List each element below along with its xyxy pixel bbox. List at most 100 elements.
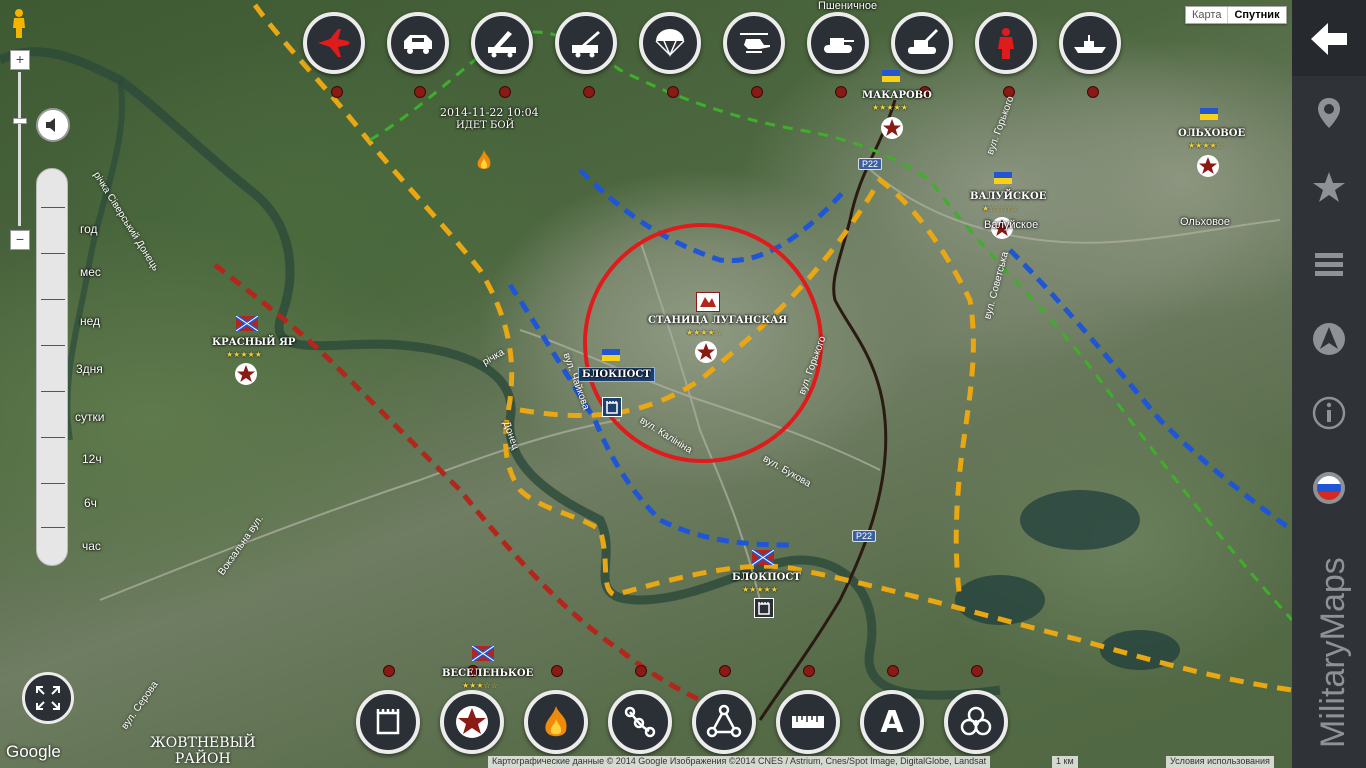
star-marker-icon[interactable] [880, 116, 904, 145]
soldier-icon [998, 28, 1014, 59]
novorossiya-flag-icon [234, 314, 260, 333]
filter-tank-button[interactable] [807, 12, 869, 74]
time-tick [41, 527, 65, 528]
star-icon [456, 706, 488, 738]
filter-paratroopers-button[interactable] [639, 12, 701, 74]
fullscreen-button[interactable] [22, 672, 74, 724]
rating-stars: ★★★☆☆ [462, 681, 498, 690]
spg-icon [908, 29, 938, 54]
filter-indicator-dot [499, 86, 511, 98]
google-logo: Google [6, 742, 61, 761]
street-view-pegman-icon[interactable] [10, 8, 28, 40]
tank-icon [824, 38, 854, 53]
compass-icon [1313, 323, 1345, 355]
town-label-olkhovoe: ОЛЬХОВОЕ [1178, 128, 1246, 139]
text-icon: A [880, 704, 904, 740]
star-marker-icon[interactable] [234, 362, 258, 391]
language-button[interactable] [1312, 471, 1346, 505]
parachute-icon [655, 29, 685, 57]
mlrs-icon [488, 31, 516, 58]
expand-icon [36, 686, 60, 710]
layers-button[interactable] [1312, 247, 1346, 281]
brand-logo: MilitaryMaps [1314, 557, 1352, 748]
filter-armored-car-button[interactable] [387, 12, 449, 74]
filter-aircraft-button[interactable] [303, 12, 365, 74]
tool-fire-button[interactable] [524, 690, 588, 754]
map-type-map-button[interactable]: Карта [1186, 7, 1227, 23]
time-label-3days[interactable]: 3дня [76, 362, 116, 376]
filter-soldier-button[interactable] [975, 12, 1037, 74]
back-button[interactable] [1308, 20, 1350, 58]
map-label-valuyskoe: Валуйское [984, 219, 1039, 231]
rating-stars: ★★★★☆ [686, 328, 722, 337]
armored-car-icon [404, 35, 432, 54]
terms-link[interactable]: Условия использования [1166, 756, 1274, 768]
zoom-control: + − [10, 50, 32, 250]
tool-triangle-button[interactable] [692, 690, 756, 754]
russia-flag-icon [1313, 472, 1345, 504]
city-marker-icon[interactable] [696, 292, 720, 312]
rating-stars: ★★★★★ [872, 103, 908, 112]
tool-ruler-button[interactable] [776, 690, 840, 754]
info-icon [1312, 396, 1346, 430]
map-type-toggle: Карта Спутник [1185, 6, 1287, 24]
location-button[interactable] [1312, 96, 1346, 130]
rating-stars: ★★★★★ [742, 585, 778, 594]
zoom-track[interactable] [18, 72, 21, 226]
star-marker-icon[interactable] [694, 340, 718, 369]
navigation-button[interactable] [1312, 322, 1346, 356]
town-label-makarovo: МАКАРОВО [862, 90, 932, 101]
district-label-line1: ЖОВТНЕВЫЙ [150, 735, 256, 751]
filter-helicopter-button[interactable] [723, 12, 785, 74]
time-label-12h[interactable]: 12ч [82, 452, 122, 466]
time-label-1h[interactable]: час [82, 539, 122, 553]
filter-navy-button[interactable] [1059, 12, 1121, 74]
star-marker-icon[interactable] [1196, 154, 1220, 183]
tool-indicator-dot [635, 665, 647, 677]
sound-button[interactable] [36, 108, 70, 142]
time-label-6h[interactable]: 6ч [84, 496, 124, 510]
filter-mlrs-button[interactable] [471, 12, 533, 74]
favorites-button[interactable] [1312, 170, 1346, 204]
sidebar: MilitaryMaps [1292, 0, 1366, 768]
filter-indicator-dot [583, 86, 595, 98]
satellite-map[interactable]: Карта Спутник + − год мес нед 3дня сутки… [0, 0, 1292, 768]
zoom-handle[interactable] [13, 118, 27, 124]
checkpoint-marker-icon[interactable] [754, 598, 774, 618]
ua-front-line [578, 168, 847, 264]
district-label: ЖОВТНЕВЫЙ РАЙОН [150, 735, 256, 767]
district-label-line2: РАЙОН [174, 751, 231, 767]
time-slider[interactable] [36, 168, 68, 566]
zoom-out-button[interactable]: − [10, 230, 30, 250]
river [0, 47, 1001, 700]
zoom-in-button[interactable]: + [10, 50, 30, 70]
map-label-pshenichnoe: Пшеничное [818, 0, 878, 12]
fire-marker-icon[interactable] [472, 148, 496, 177]
tool-indicator-dot [383, 665, 395, 677]
filter-indicator-dot [331, 86, 343, 98]
info-button[interactable] [1312, 396, 1346, 430]
map-pin-icon [1318, 98, 1340, 128]
tool-star-button[interactable] [440, 690, 504, 754]
map-scale: 1 км [1052, 756, 1078, 768]
checkpoint-icon [376, 709, 400, 735]
warship-icon [1074, 35, 1106, 53]
rating-stars: ★★★★☆ [1188, 141, 1224, 150]
rating-stars: ★★★★★ [226, 350, 262, 359]
map-attribution[interactable]: Картографические данные © 2014 Google Из… [488, 756, 991, 768]
tool-indicator-dot [719, 665, 731, 677]
event-timestamp: 2014-11-22 10:04 [440, 106, 539, 119]
filter-spg-button[interactable] [891, 12, 953, 74]
filter-artillery-button[interactable] [555, 12, 617, 74]
road-number-badge: P22 [858, 158, 883, 170]
time-label-year[interactable]: год [80, 222, 120, 236]
time-label-day[interactable]: сутки [75, 410, 115, 424]
tool-checkpoint-button[interactable] [356, 690, 420, 754]
time-label-month[interactable]: мес [80, 265, 120, 279]
tool-text-button[interactable]: A [860, 690, 924, 754]
tool-route-button[interactable] [608, 690, 672, 754]
checkpoint-marker-icon[interactable] [602, 397, 622, 417]
tool-biohazard-button[interactable] [944, 690, 1008, 754]
map-type-satellite-button[interactable]: Спутник [1227, 7, 1285, 23]
time-label-week[interactable]: нед [80, 314, 120, 328]
